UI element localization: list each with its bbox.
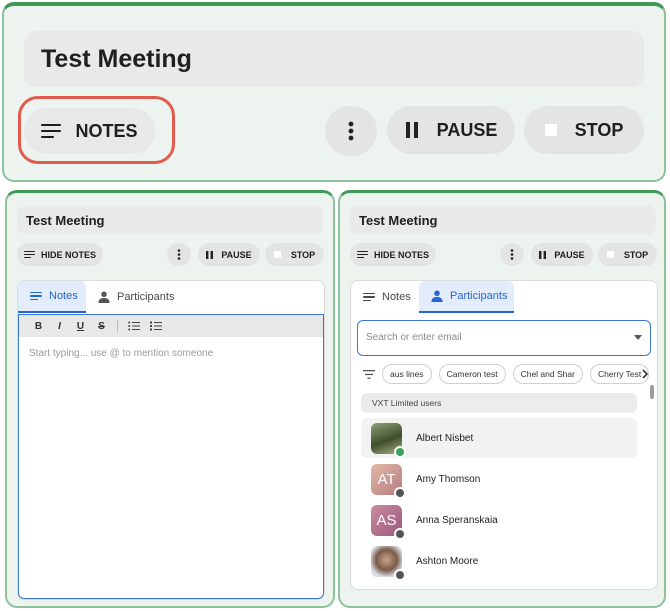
pause-icon (539, 250, 547, 259)
participant-name: Amy Thomson (416, 473, 481, 485)
group-chip[interactable]: Cameron test (438, 364, 506, 384)
formatting-toolbar: B I U S (19, 315, 323, 337)
avatar-initials: AT (377, 470, 396, 488)
notes-button[interactable]: NOTES (24, 108, 155, 154)
person-icon (98, 291, 110, 303)
caret-down-icon[interactable] (634, 335, 642, 340)
stop-button[interactable]: STOP (598, 243, 657, 266)
numbered-list-icon[interactable] (150, 321, 162, 331)
more-vert-icon (177, 249, 181, 260)
notes-card: Notes Participants B I U S Start typing.… (17, 280, 325, 600)
menu-lines-icon (23, 250, 35, 259)
more-options-button[interactable] (325, 106, 377, 156)
person-icon (431, 290, 443, 302)
offline-status-icon (394, 486, 406, 499)
pause-icon (405, 122, 418, 138)
hide-notes-button[interactable]: HIDE NOTES (350, 243, 436, 266)
group-chip[interactable]: aus lines (382, 364, 432, 384)
chevron-right-icon[interactable] (641, 369, 649, 379)
stop-icon (544, 124, 557, 136)
stop-button[interactable]: STOP (524, 106, 644, 154)
tab-participants-label: Participants (117, 291, 175, 303)
avatar: AT (371, 463, 406, 499)
menu-lines-icon (41, 124, 62, 138)
tab-notes-label: Notes (49, 290, 78, 302)
tab-participants[interactable]: Participants (419, 281, 514, 313)
hide-notes-button[interactable]: HIDE NOTES (17, 243, 103, 266)
notes-button-label: NOTES (75, 120, 138, 141)
stop-icon (273, 251, 281, 258)
italic-button[interactable]: I (49, 321, 70, 332)
meeting-title: Test Meeting (350, 206, 656, 234)
editor-placeholder: Start typing... use @ to mention someone (29, 348, 214, 359)
top-meeting-panel: Test Meeting NOTES PAUSE STOP (2, 2, 666, 182)
stop-icon (606, 251, 614, 258)
list-scrollbar[interactable] (650, 385, 654, 399)
avatar (371, 422, 406, 458)
stop-button-label: STOP (574, 119, 624, 140)
participant-name: Anna Speranskaia (416, 514, 498, 526)
tab-participants-label: Participants (450, 290, 508, 302)
meeting-title: Test Meeting (24, 31, 644, 87)
group-header: VXT Limited users (361, 393, 637, 413)
notes-editor[interactable]: B I U S Start typing... use @ to mention… (18, 314, 324, 599)
hide-notes-button-label: HIDE NOTES (373, 249, 429, 260)
bold-button[interactable]: B (28, 321, 49, 332)
stop-button[interactable]: STOP (265, 243, 324, 266)
stop-button-label: STOP (290, 249, 316, 260)
meeting-title: Test Meeting (17, 206, 323, 234)
participant-row[interactable]: Albert Nisbet (361, 418, 637, 458)
strikethrough-button[interactable]: S (91, 321, 112, 332)
tab-notes-label: Notes (382, 291, 411, 303)
pause-button[interactable]: PAUSE (387, 106, 515, 154)
participant-row[interactable]: AS Anna Speranskaia (361, 500, 637, 540)
bulleted-list-icon[interactable] (128, 321, 140, 331)
group-filter-row: aus lines Cameron test Chel and Shar Che… (363, 363, 651, 385)
offline-status-icon (394, 568, 406, 581)
participant-name: Ashton Moore (416, 555, 479, 567)
tab-notes[interactable]: Notes (18, 281, 86, 313)
filter-icon[interactable] (363, 369, 375, 379)
underline-button[interactable]: U (70, 321, 91, 332)
pause-button[interactable]: PAUSE (531, 243, 593, 266)
group-chip[interactable]: Chel and Shar (512, 364, 583, 384)
pause-button[interactable]: PAUSE (198, 243, 260, 266)
participant-row[interactable]: AT Amy Thomson (361, 459, 637, 499)
tab-participants[interactable]: Participants (98, 281, 174, 313)
online-status-icon (394, 445, 406, 458)
participants-view-panel: Test Meeting HIDE NOTES PAUSE STOP Notes… (338, 190, 666, 608)
notes-view-panel: Test Meeting HIDE NOTES PAUSE STOP Notes… (5, 190, 335, 608)
offline-status-icon (394, 527, 406, 540)
avatar: AS (371, 504, 406, 540)
menu-lines-icon (30, 291, 42, 301)
toolbar-divider (117, 320, 118, 332)
more-options-button[interactable] (500, 243, 524, 266)
stop-button-label: STOP (623, 249, 649, 260)
menu-lines-icon (356, 250, 368, 259)
hide-notes-button-label: HIDE NOTES (40, 249, 96, 260)
more-vert-icon (348, 121, 354, 141)
avatar (371, 545, 406, 581)
pause-icon (206, 250, 214, 259)
participant-name: Albert Nisbet (416, 432, 474, 444)
menu-lines-icon (363, 292, 375, 302)
avatar-initials: AS (376, 511, 397, 529)
pause-button-label: PAUSE (436, 119, 498, 140)
more-vert-icon (510, 249, 514, 260)
search-placeholder: Search or enter email (366, 332, 462, 343)
more-options-button[interactable] (167, 243, 191, 266)
participant-search-input[interactable]: Search or enter email (357, 320, 651, 356)
pause-button-label: PAUSE (554, 249, 585, 260)
tab-notes[interactable]: Notes (351, 281, 419, 313)
pause-button-label: PAUSE (221, 249, 252, 260)
participant-row[interactable]: Ashton Moore (361, 541, 637, 581)
participants-card: Notes Participants Search or enter email… (350, 280, 658, 590)
